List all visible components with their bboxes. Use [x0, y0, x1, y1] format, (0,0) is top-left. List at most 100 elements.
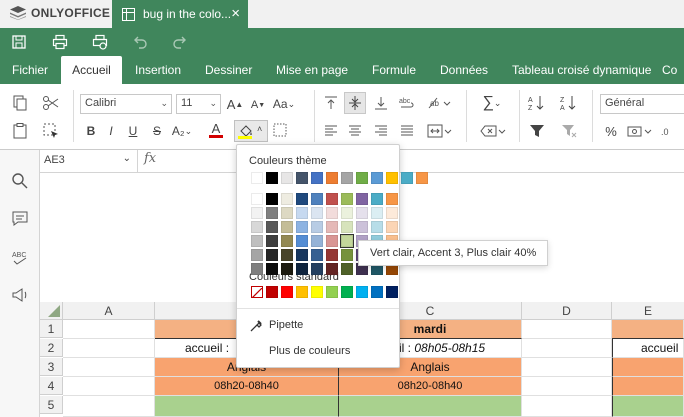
shrink-font-button[interactable]: A ▼ [249, 96, 267, 114]
theme-shade-swatch[interactable] [311, 207, 323, 219]
theme-shade-swatch[interactable] [266, 263, 278, 275]
theme-color-swatch[interactable] [371, 193, 383, 205]
tab-donnees[interactable]: Données [440, 56, 488, 84]
theme-color-swatch[interactable] [296, 172, 308, 184]
tab-tableau-croise[interactable]: Tableau croisé dynamique [512, 56, 651, 84]
row-header[interactable]: 5 [40, 396, 63, 414]
grow-font-button[interactable]: A ▲ [226, 95, 244, 113]
tab-dessiner[interactable]: Dessiner [205, 56, 252, 84]
theme-shade-swatch[interactable] [281, 235, 293, 247]
theme-shade-swatch[interactable] [281, 221, 293, 233]
standard-color-swatch[interactable] [356, 286, 368, 298]
tab-fichier[interactable]: Fichier [12, 56, 48, 84]
theme-shade-swatch[interactable] [266, 221, 278, 233]
theme-shade-swatch[interactable] [386, 221, 398, 233]
theme-color-swatch[interactable] [341, 172, 353, 184]
select-all-icon[interactable] [42, 122, 60, 140]
theme-color-swatch[interactable] [356, 172, 368, 184]
theme-shade-swatch[interactable] [341, 221, 353, 233]
theme-shade-swatch[interactable] [296, 235, 308, 247]
align-top-icon[interactable] [322, 94, 340, 112]
name-box[interactable]: AE3 ⌄ [40, 150, 138, 172]
theme-color-swatch[interactable] [341, 193, 353, 205]
redo-icon[interactable] [172, 34, 188, 50]
column-header[interactable]: E [612, 302, 684, 320]
cell-a1[interactable] [63, 320, 155, 339]
cell-e1[interactable] [612, 320, 684, 339]
theme-shade-swatch[interactable] [371, 221, 383, 233]
clear-icon[interactable] [478, 122, 506, 140]
search-icon[interactable] [11, 172, 29, 190]
align-middle-button[interactable] [344, 92, 366, 114]
cell-e2[interactable]: accueil [612, 339, 684, 358]
theme-shade-swatch[interactable] [251, 221, 263, 233]
theme-color-swatch[interactable] [311, 172, 323, 184]
theme-shade-swatch[interactable] [266, 207, 278, 219]
theme-shade-swatch[interactable] [251, 235, 263, 247]
theme-shade-swatch[interactable] [341, 207, 353, 219]
row-header[interactable]: 2 [40, 339, 63, 357]
standard-color-swatch[interactable] [311, 286, 323, 298]
theme-shade-swatch[interactable] [341, 249, 353, 261]
theme-color-swatch[interactable] [266, 193, 278, 205]
align-center-icon[interactable] [346, 122, 364, 140]
cell-d1[interactable] [522, 320, 612, 339]
column-header[interactable]: A [63, 302, 155, 320]
tab-mise-en-page[interactable]: Mise en page [276, 56, 348, 84]
theme-shade-swatch[interactable] [356, 207, 368, 219]
cell-a2[interactable] [63, 339, 155, 358]
theme-shade-swatch[interactable] [311, 263, 323, 275]
align-bottom-icon[interactable] [372, 94, 390, 112]
theme-shade-swatch[interactable] [386, 207, 398, 219]
cut-icon[interactable] [42, 94, 60, 112]
theme-color-swatch[interactable] [371, 172, 383, 184]
font-name-select[interactable]: Calibri ⌄ [80, 94, 172, 114]
tab-insertion[interactable]: Insertion [135, 56, 181, 84]
font-size-select[interactable]: 11 ⌄ [176, 94, 221, 114]
cell-b5[interactable] [155, 396, 339, 417]
spellcheck-icon[interactable]: ABC [11, 248, 29, 266]
underline-button[interactable]: U [124, 122, 142, 140]
quick-print-icon[interactable] [92, 34, 108, 50]
theme-shade-swatch[interactable] [281, 263, 293, 275]
theme-shade-swatch[interactable] [326, 235, 338, 247]
clear-filter-icon[interactable] [560, 122, 578, 140]
borders-icon[interactable] [272, 122, 290, 140]
decrease-decimal-icon[interactable]: .0 [660, 122, 678, 140]
align-left-icon[interactable] [322, 122, 340, 140]
theme-shade-swatch[interactable] [281, 249, 293, 261]
cell-e4[interactable] [612, 377, 684, 396]
standard-color-swatch[interactable] [371, 286, 383, 298]
filter-icon[interactable] [528, 122, 546, 140]
select-all-corner[interactable] [40, 302, 63, 320]
standard-color-swatch[interactable] [341, 286, 353, 298]
cell-d5[interactable] [522, 396, 612, 417]
percent-button[interactable]: % [602, 122, 620, 140]
theme-shade-swatch[interactable] [311, 235, 323, 247]
fill-color-button[interactable]: ˄ [234, 120, 268, 142]
theme-shade-swatch[interactable] [266, 249, 278, 261]
theme-color-swatch[interactable] [326, 172, 338, 184]
standard-color-swatch[interactable] [296, 286, 308, 298]
theme-shade-swatch[interactable] [326, 221, 338, 233]
standard-color-swatch[interactable] [251, 286, 263, 299]
theme-shade-swatch[interactable] [266, 235, 278, 247]
theme-shade-swatch[interactable] [311, 221, 323, 233]
theme-color-swatch[interactable] [326, 193, 338, 205]
save-icon[interactable] [11, 34, 27, 50]
tab-co[interactable]: Co [662, 56, 677, 84]
theme-shade-swatch[interactable] [326, 263, 338, 275]
theme-shade-swatch[interactable] [296, 207, 308, 219]
justify-icon[interactable] [398, 122, 416, 140]
more-colors-item[interactable]: Plus de couleurs [237, 341, 399, 363]
tab-formule[interactable]: Formule [372, 56, 416, 84]
row-header[interactable]: 4 [40, 377, 63, 395]
theme-color-swatch[interactable] [251, 172, 263, 184]
document-tab[interactable]: bug in the colo... × [112, 0, 248, 28]
change-case-button[interactable]: Aa ⌄ [271, 95, 297, 113]
theme-shade-swatch[interactable] [296, 249, 308, 261]
theme-shade-swatch[interactable] [251, 263, 263, 275]
undo-icon[interactable] [132, 34, 148, 50]
standard-color-swatch[interactable] [266, 286, 278, 298]
eyedropper-item[interactable]: Pipette [237, 315, 399, 337]
